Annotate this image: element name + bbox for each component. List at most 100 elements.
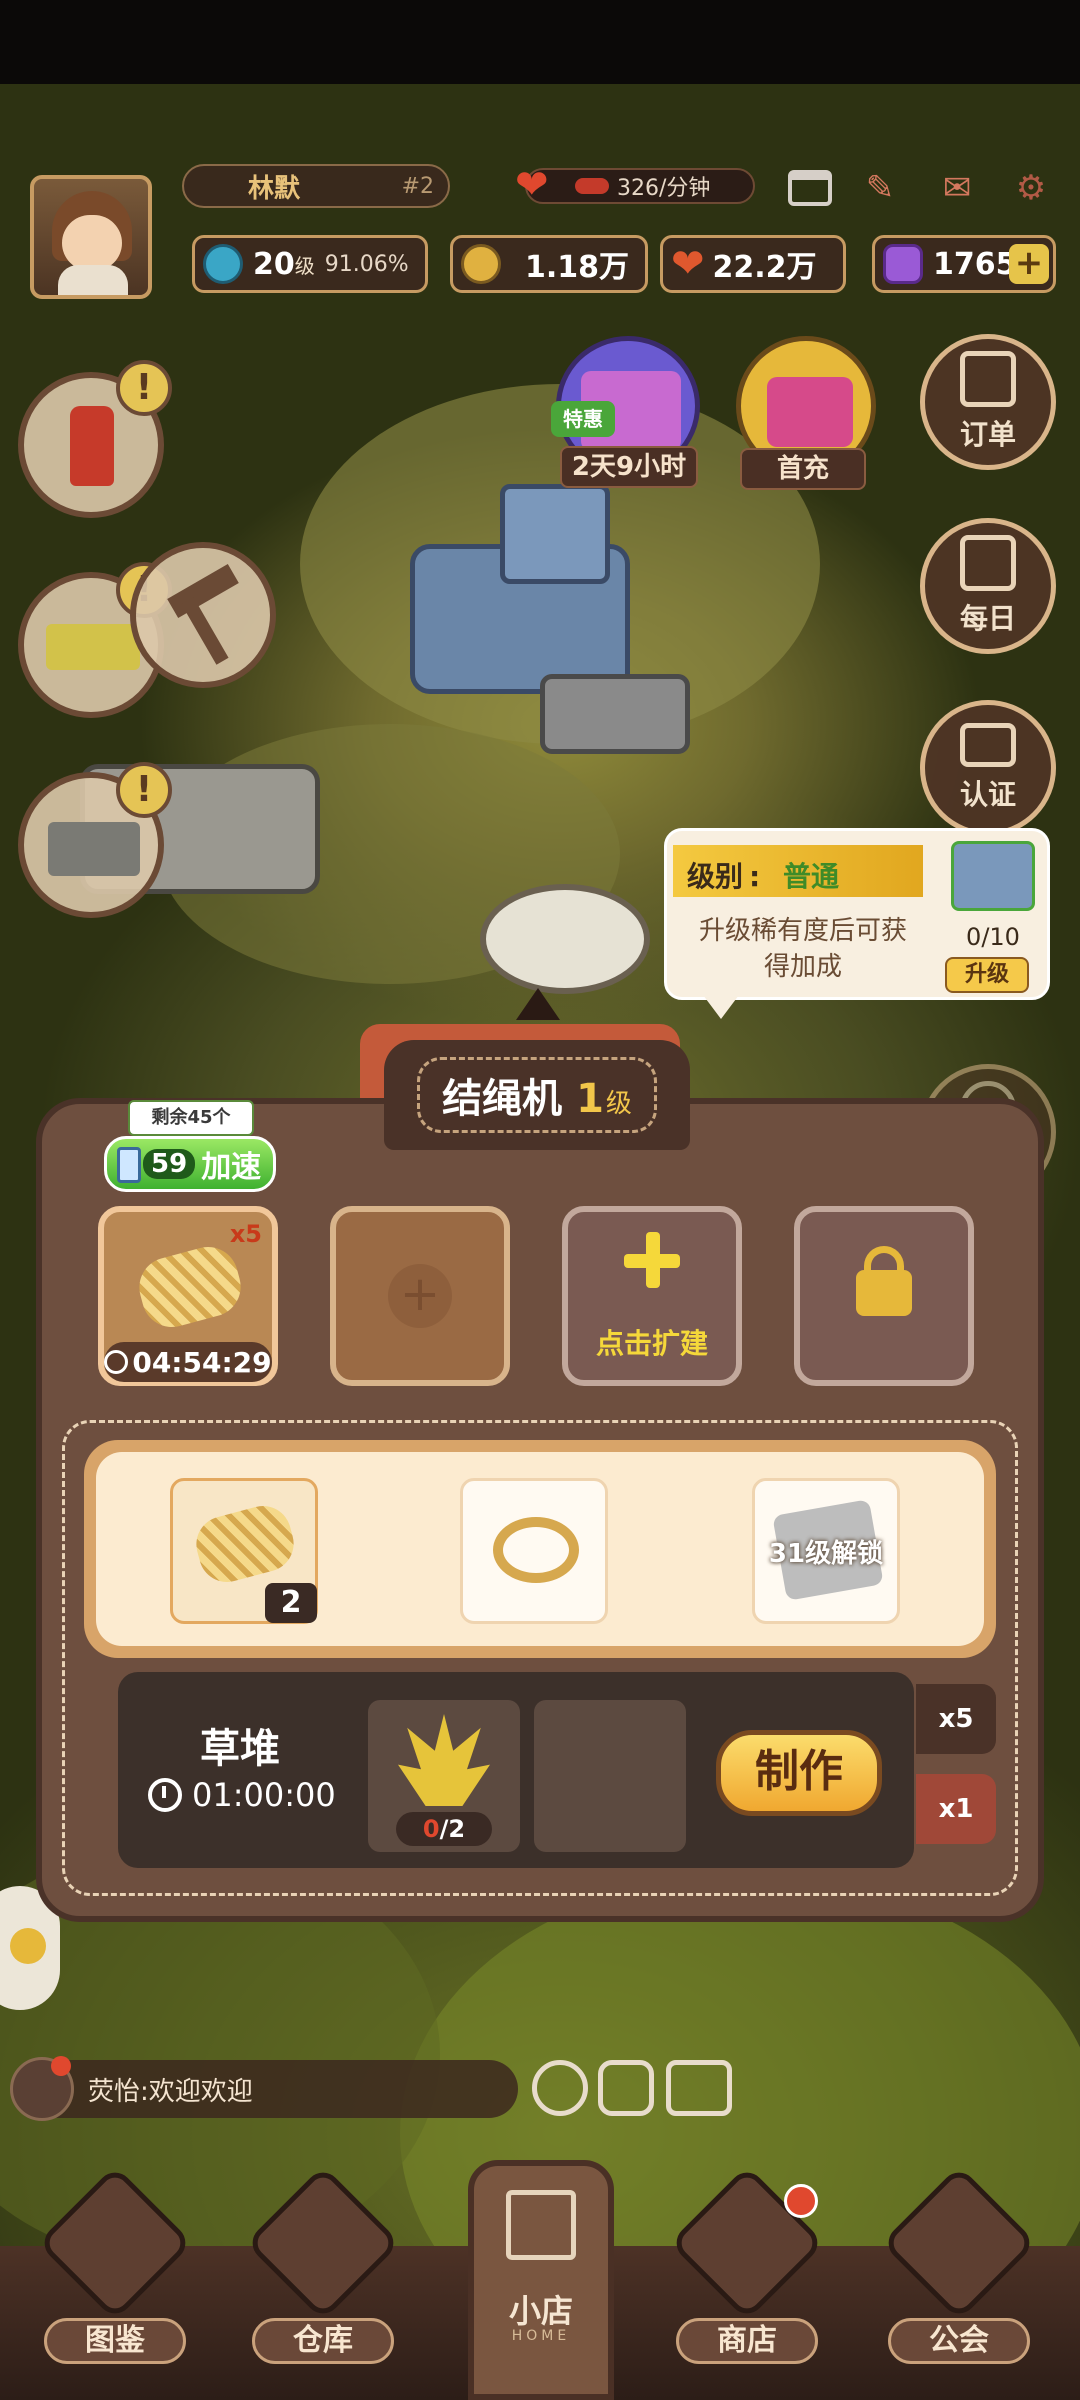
recipe-card-hay[interactable]: 2 (170, 1478, 318, 1624)
straw-bundle-icon (190, 1499, 300, 1589)
settings-gear-icon[interactable]: ⚙ (1006, 168, 1056, 208)
production-slot-2[interactable]: + (330, 1206, 510, 1386)
material-slot-grass[interactable]: 0/2 (368, 1700, 520, 1852)
nav-warehouse[interactable]: 仓库 (232, 2165, 412, 2380)
production-slot-1[interactable]: x5 04:54:29 (98, 1206, 278, 1386)
machine-thumbnail-icon (951, 841, 1035, 911)
machine-name: 结绳机 (442, 1076, 563, 1122)
multiplier-x5-button[interactable]: x5 (916, 1684, 996, 1754)
upgrade-rarity-button[interactable]: 升级 (945, 957, 1029, 993)
hourglass-icon (117, 1147, 141, 1183)
calendar-icon[interactable] (785, 168, 835, 208)
plus-icon (624, 1232, 680, 1288)
add-gems-icon[interactable]: + (1009, 244, 1049, 284)
recipe-card-locked[interactable]: 31级解锁 (752, 1478, 900, 1624)
clock-icon (104, 1350, 129, 1374)
camera-icon[interactable] (666, 2060, 732, 2116)
player-name-bar[interactable]: 林默 #2 (182, 164, 450, 208)
book-icon (37, 2165, 193, 2321)
machine-level: 1 (576, 1076, 604, 1122)
order-document-icon (960, 351, 1016, 407)
alert-icon: ! (116, 762, 172, 818)
straw-bundle-icon (132, 1240, 248, 1334)
chat-message: 荧怡:欢迎欢迎 (88, 2076, 253, 2107)
star-level-icon (203, 244, 243, 284)
id-card-icon (960, 723, 1016, 767)
speedup-count: 59 (143, 1149, 196, 1179)
gem-stat[interactable]: 1765 + (872, 235, 1056, 293)
speedup-button[interactable]: 59 加速 (104, 1136, 276, 1192)
heart-value: 22.2万 (712, 250, 817, 285)
craft-duration: 01:00:00 (148, 1776, 336, 1814)
chat-bubble-icon (10, 2056, 74, 2121)
workbench-icon (48, 822, 140, 876)
craft-item-name: 草堆 (200, 1726, 280, 1772)
certify-label: 认证 (959, 778, 1016, 811)
mail-icon[interactable]: ✉ (932, 168, 982, 208)
special-offer-badge: 特惠 (551, 401, 615, 437)
multiplier-x1-button[interactable]: x1 (916, 1774, 996, 1844)
notification-dot (784, 2184, 818, 2218)
heart-stat[interactable]: ❤ 22.2万 (660, 235, 846, 293)
level-progress: 91.06% (324, 251, 409, 277)
level-unit: 级 (294, 253, 315, 278)
expand-slot-button[interactable]: 点击扩建 (562, 1206, 742, 1386)
slot-multiplier: x5 (229, 1220, 262, 1248)
nav-home-label: 小店 (508, 2292, 573, 2330)
heart-rate-bar: ❤ 326/分钟 (515, 162, 755, 208)
rarity-header: 级别: 普通 (673, 845, 923, 897)
speedup-label: 加速 (201, 1150, 262, 1185)
chat-bar[interactable]: 荧怡:欢迎欢迎 (10, 2056, 518, 2121)
level-value: 20 (253, 246, 295, 282)
heart-icon: ❤ (515, 162, 549, 208)
rope-icon (493, 1517, 579, 1583)
coin-value: 1.18万 (525, 250, 630, 285)
player-name: 林默 (248, 173, 301, 204)
nav-home[interactable]: 小店 HOME (468, 2160, 614, 2400)
nav-warehouse-label: 仓库 (252, 2318, 394, 2364)
slot-timer: 04:54:29 (104, 1342, 272, 1382)
pointer-arrow-icon (516, 988, 560, 1020)
recipe-owned-count: 2 (265, 1583, 317, 1623)
daily-label: 每日 (959, 602, 1016, 635)
material-count: 0/2 (396, 1812, 492, 1846)
locked-slot[interactable] (794, 1206, 974, 1386)
sauce-bottle-icon (70, 406, 114, 486)
material-slot-empty (534, 1700, 686, 1852)
recipe-card-rope[interactable] (460, 1478, 608, 1624)
coin-stat[interactable]: 1.18万 (450, 235, 648, 293)
rarity-description: 升级稀有度后可获得加成 (698, 916, 907, 982)
couple-icon (881, 2165, 1037, 2321)
grinder-machine[interactable] (400, 484, 700, 804)
cheese-icon (46, 624, 140, 670)
heart-rate-text: 326/分钟 (617, 176, 711, 201)
grass-icon (398, 1714, 490, 1806)
heart-currency-icon: ❤ (671, 241, 705, 287)
gem-value: 1765 (933, 246, 1017, 282)
empty-slot-plus-icon: + (388, 1264, 452, 1328)
nav-shop[interactable]: 商店 (656, 2165, 836, 2380)
craft-row: 草堆 01:00:00 0/2 制作 (118, 1672, 914, 1868)
hammer-icon (167, 563, 239, 619)
nav-guild-label: 公会 (888, 2318, 1030, 2364)
nav-home-sub: HOME (511, 2328, 571, 2344)
rarity-value: 普通 (783, 860, 840, 893)
rarity-tooltip: 级别: 普通 升级稀有度后可获得加成 0/10 升级 (664, 828, 1050, 1019)
certify-button[interactable]: 认证 (920, 700, 1056, 836)
level-stat[interactable]: 20 级 91.06% (192, 235, 428, 293)
daily-button[interactable]: 每日 (920, 518, 1056, 654)
rarity-progress: 0/10 (966, 923, 1020, 951)
house-icon (506, 2190, 576, 2260)
expand-label: 点击扩建 (595, 1327, 708, 1360)
orders-label: 订单 (959, 418, 1016, 451)
make-button[interactable]: 制作 (716, 1730, 882, 1816)
broom-icon[interactable]: ✎ (855, 168, 905, 208)
emoji-icon[interactable] (532, 2060, 588, 2116)
quick-chat-icon[interactable] (598, 2060, 654, 2116)
hammer-button[interactable] (130, 542, 276, 688)
nav-catalog[interactable]: 图鉴 (24, 2165, 204, 2380)
special-offer-timer: 2天9小时 (560, 446, 698, 488)
orders-button[interactable]: 订单 (920, 334, 1056, 470)
nav-guild[interactable]: 公会 (868, 2165, 1048, 2380)
player-avatar[interactable] (30, 175, 152, 299)
